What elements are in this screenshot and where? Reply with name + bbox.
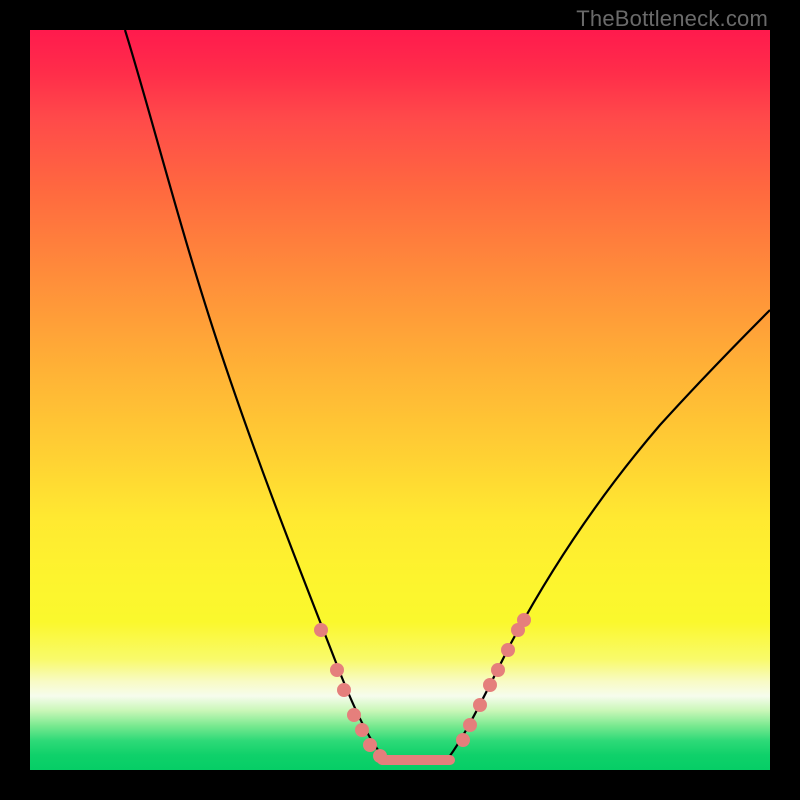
curve-dot [363,738,377,752]
curve-svg [30,30,770,770]
curve-dot [456,733,470,747]
curve-dot [483,678,497,692]
left-curve [125,30,390,762]
curve-dot [337,683,351,697]
watermark-text: TheBottleneck.com [576,6,768,32]
curve-dot [355,723,369,737]
curve-dot [491,663,505,677]
curve-dot [473,698,487,712]
curve-dot [347,708,361,722]
curve-dot [463,718,477,732]
right-curve [445,310,770,762]
chart-frame: TheBottleneck.com [0,0,800,800]
curve-dot [373,749,387,763]
curve-dot [330,663,344,677]
curve-dot [517,613,531,627]
plot-area [30,30,770,770]
curve-dot [501,643,515,657]
curve-dot [314,623,328,637]
